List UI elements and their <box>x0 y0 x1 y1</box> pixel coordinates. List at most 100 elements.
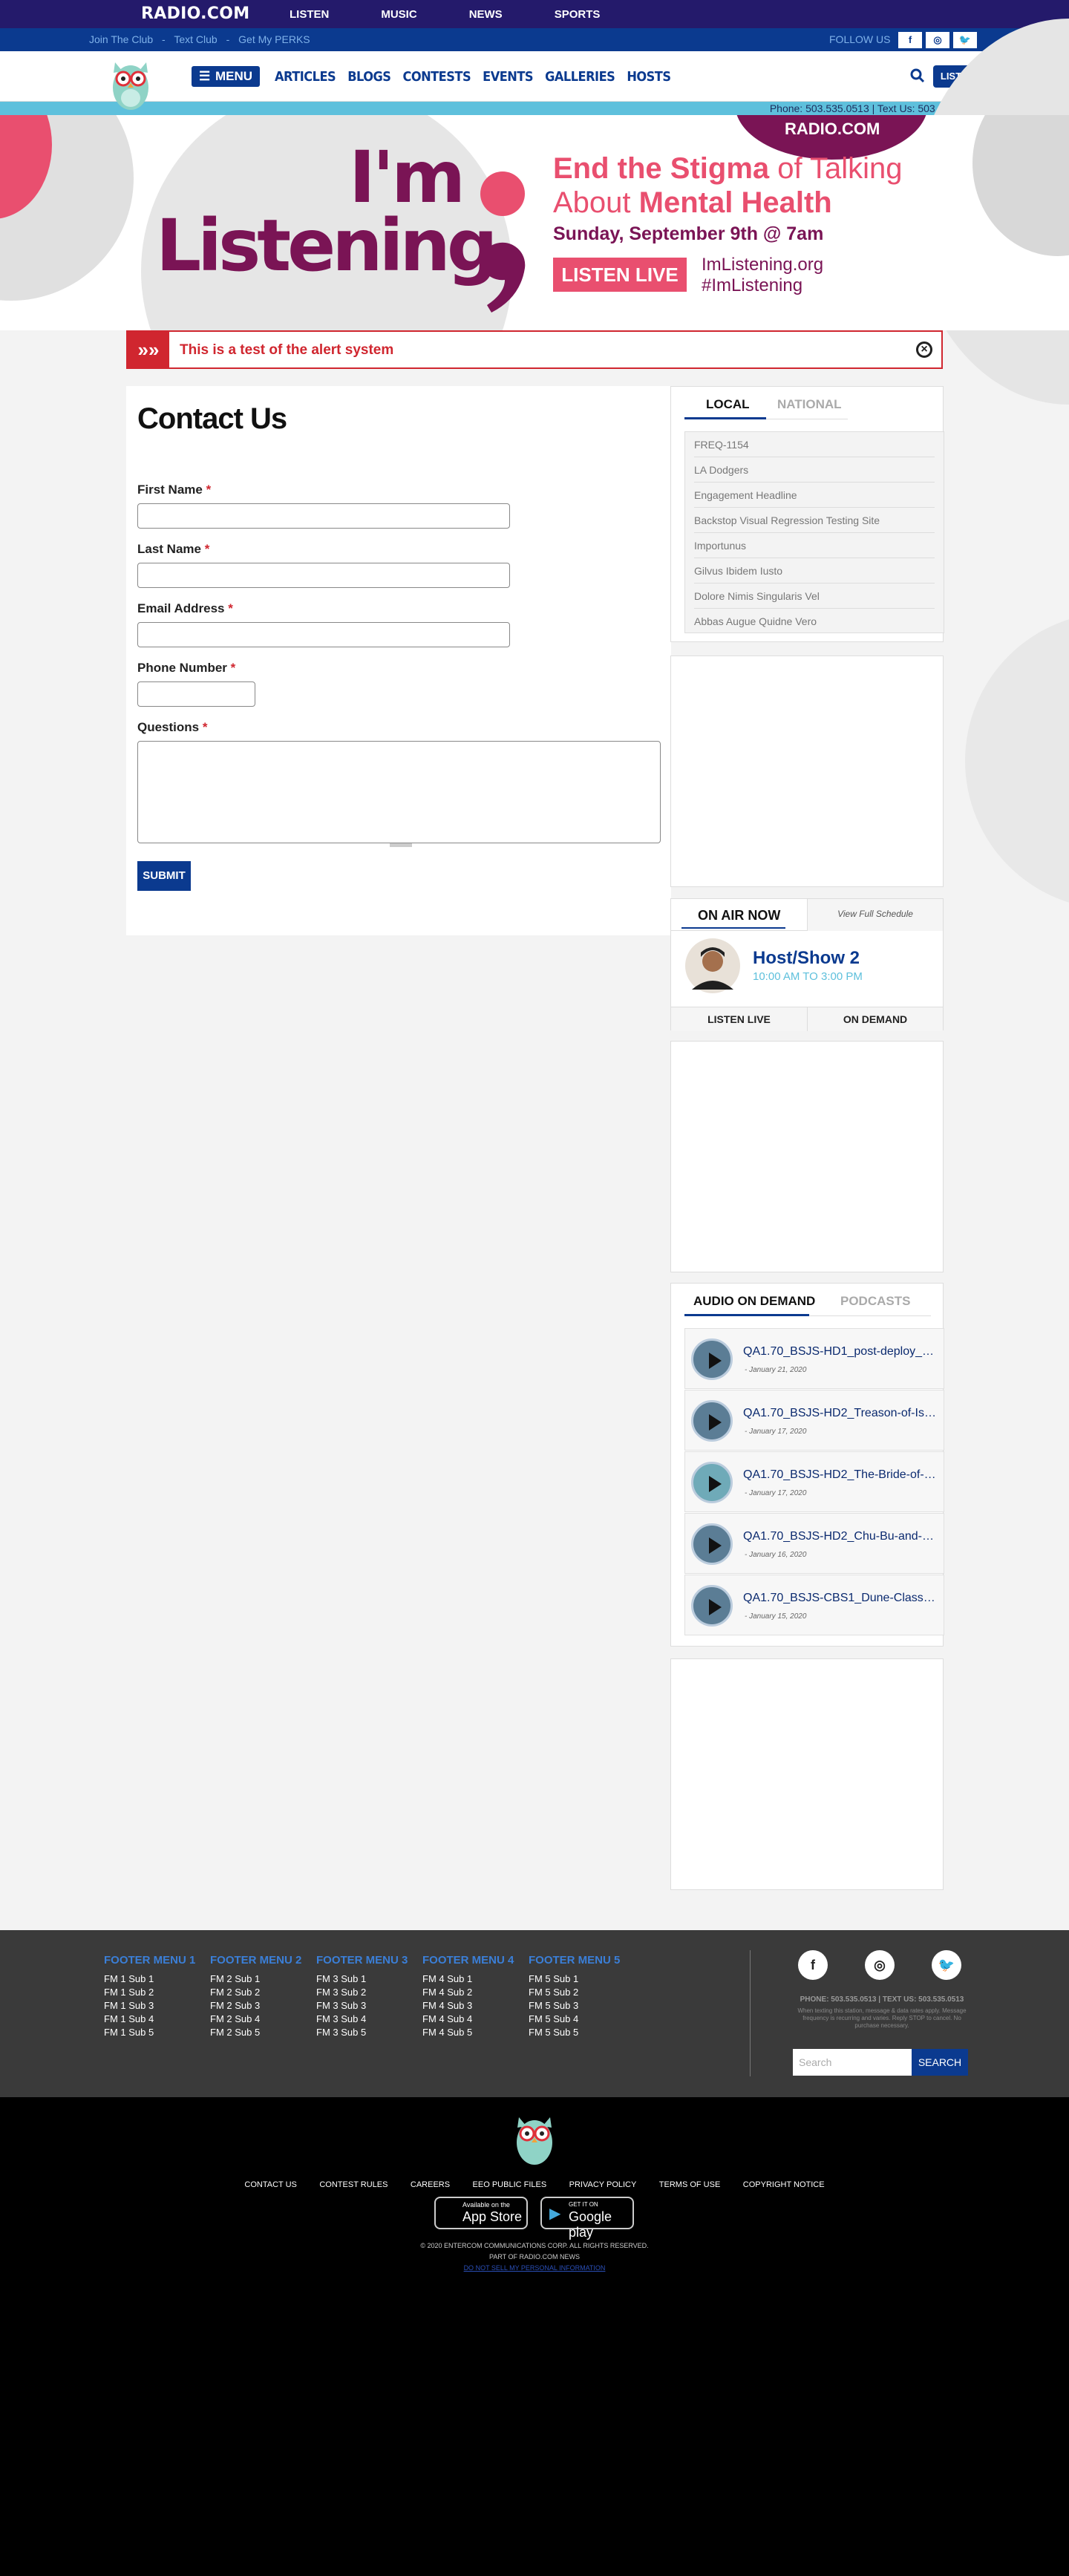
nav-hosts[interactable]: HOSTS <box>627 69 671 85</box>
last-name-input[interactable] <box>137 563 510 588</box>
tab-podcasts[interactable]: PODCASTS <box>840 1294 910 1309</box>
ad-slot[interactable] <box>670 1658 944 1890</box>
view-schedule-link[interactable]: View Full Schedule <box>807 899 943 931</box>
footer-link[interactable]: FM 3 Sub 2 <box>316 1986 408 1999</box>
do-not-sell-link[interactable]: DO NOT SELL MY PERSONAL INFORMATION <box>0 2264 1069 2272</box>
footer-link[interactable]: FM 5 Sub 2 <box>529 1986 620 1999</box>
email-input[interactable] <box>137 622 510 647</box>
list-item[interactable]: FREQ-1154 <box>694 432 935 457</box>
footer-link[interactable]: FM 3 Sub 1 <box>316 1972 408 1986</box>
join-club-link[interactable]: Join The Club <box>89 33 153 45</box>
questions-textarea[interactable] <box>137 741 661 843</box>
resize-handle[interactable] <box>390 843 412 847</box>
search-icon[interactable] <box>909 68 926 84</box>
footer-link[interactable]: FM 2 Sub 1 <box>210 1972 301 1986</box>
host-avatar[interactable] <box>684 938 741 994</box>
footer-link[interactable]: FM 1 Sub 5 <box>104 2026 195 2039</box>
first-name-input[interactable] <box>137 503 510 529</box>
close-icon[interactable]: × <box>916 341 932 358</box>
twitter-icon[interactable]: 🐦 <box>953 32 977 48</box>
instagram-icon[interactable]: ◎ <box>926 32 949 48</box>
list-item[interactable]: Backstop Visual Regression Testing Site <box>694 508 935 533</box>
google-play-button[interactable]: ▶ GET IT ON Google play <box>540 2197 634 2240</box>
footer-link[interactable]: FM 5 Sub 5 <box>529 2026 620 2039</box>
footer-link[interactable]: FM 4 Sub 2 <box>422 1986 514 1999</box>
facebook-icon[interactable]: f <box>898 32 922 48</box>
on-demand-button[interactable]: ON DEMAND <box>807 1007 943 1031</box>
play-icon[interactable] <box>691 1523 733 1565</box>
phone-input[interactable] <box>137 681 255 707</box>
footer-link[interactable]: FM 4 Sub 5 <box>422 2026 514 2039</box>
footer-link[interactable]: FM 3 Sub 3 <box>316 1999 408 2013</box>
contact-us-link[interactable]: CONTACT US <box>244 2180 297 2189</box>
hero-banner[interactable]: RADIO.COM I'm Listening End the Stigma o… <box>0 115 1069 330</box>
footer-link[interactable]: FM 3 Sub 5 <box>316 2026 408 2039</box>
footer-link[interactable]: FM 5 Sub 3 <box>529 1999 620 2013</box>
play-icon[interactable] <box>691 1400 733 1442</box>
careers-link[interactable]: CAREERS <box>411 2180 450 2189</box>
ad-slot[interactable] <box>670 656 944 887</box>
nav-contests[interactable]: CONTESTS <box>402 69 471 85</box>
hero-listen-live-button[interactable]: LISTEN LIVE <box>553 258 687 292</box>
footer-link[interactable]: FM 4 Sub 4 <box>422 2013 514 2026</box>
nav-news[interactable]: NEWS <box>469 8 503 21</box>
listen-live-button[interactable]: LISTEN LIVE <box>671 1007 807 1031</box>
station-owl-logo[interactable] <box>108 53 154 111</box>
list-item[interactable]: Dolore Nimis Singularis Vel <box>694 583 935 609</box>
tab-audio-on-demand[interactable]: AUDIO ON DEMAND <box>693 1294 815 1309</box>
footer-link[interactable]: FM 3 Sub 4 <box>316 2013 408 2026</box>
radio-com-logo[interactable]: RADIO.COM <box>141 4 249 23</box>
footer-search-button[interactable]: SEARCH <box>912 2049 968 2076</box>
play-icon[interactable] <box>691 1338 733 1380</box>
nav-events[interactable]: EVENTS <box>483 69 533 85</box>
tab-national[interactable]: NATIONAL <box>777 397 842 412</box>
audio-item[interactable]: QA1.70_BSJS-HD1_post-deploy_The... - Janu… <box>684 1328 944 1389</box>
footer-link[interactable]: FM 1 Sub 1 <box>104 1972 195 1986</box>
menu-button[interactable]: ☰ MENU <box>192 66 260 87</box>
twitter-icon[interactable]: 🐦 <box>932 1950 961 1980</box>
instagram-icon[interactable]: ◎ <box>865 1950 895 1980</box>
submit-button[interactable]: SUBMIT <box>137 861 191 891</box>
eeo-link[interactable]: EEO PUBLIC FILES <box>473 2180 547 2189</box>
list-item[interactable]: Importunus <box>694 533 935 558</box>
footer-link[interactable]: FM 1 Sub 3 <box>104 1999 195 2013</box>
nav-sports[interactable]: SPORTS <box>555 8 601 21</box>
nav-music[interactable]: MUSIC <box>381 8 416 21</box>
privacy-link[interactable]: PRIVACY POLICY <box>569 2180 637 2189</box>
footer-link[interactable]: FM 5 Sub 1 <box>529 1972 620 1986</box>
list-item[interactable]: LA Dodgers <box>694 457 935 483</box>
perks-link[interactable]: Get My PERKS <box>238 33 310 45</box>
station-owl-logo[interactable] <box>510 2108 559 2166</box>
copyright-link[interactable]: COPYRIGHT NOTICE <box>743 2180 825 2189</box>
footer-link[interactable]: FM 2 Sub 5 <box>210 2026 301 2039</box>
ad-slot[interactable] <box>670 1041 944 1272</box>
nav-blogs[interactable]: BLOGS <box>347 69 391 85</box>
audio-item[interactable]: QA1.70_BSJS-HD2_Chu-Bu-and-She... - Janua… <box>684 1513 944 1574</box>
audio-item[interactable]: QA1.70_BSJS-HD2_The-Bride-of-the... - Jan… <box>684 1451 944 1512</box>
footer-link[interactable]: FM 5 Sub 4 <box>529 2013 620 2026</box>
footer-link[interactable]: FM 2 Sub 3 <box>210 1999 301 2013</box>
audio-item[interactable]: QA1.70_BSJS-CBS1_Dune-Class-1_... - Janua… <box>684 1575 944 1635</box>
footer-link[interactable]: FM 4 Sub 3 <box>422 1999 514 2013</box>
terms-link[interactable]: TERMS OF USE <box>659 2180 721 2189</box>
list-item[interactable]: Engagement Headline <box>694 483 935 508</box>
play-icon[interactable] <box>691 1585 733 1627</box>
facebook-icon[interactable]: f <box>798 1950 828 1980</box>
text-club-link[interactable]: Text Club <box>174 33 217 45</box>
tab-local[interactable]: LOCAL <box>706 397 750 412</box>
audio-item[interactable]: QA1.70_BSJS-HD2_Treason-of-Isen... - Janu… <box>684 1390 944 1451</box>
nav-listen[interactable]: LISTEN <box>290 8 329 21</box>
host-name[interactable]: Host/Show 2 <box>753 948 860 969</box>
nav-galleries[interactable]: GALLERIES <box>545 69 615 85</box>
footer-link[interactable]: FM 4 Sub 1 <box>422 1972 514 1986</box>
nav-articles[interactable]: ARTICLES <box>275 69 336 85</box>
list-item[interactable]: Gilvus Ibidem Iusto <box>694 558 935 583</box>
footer-link[interactable]: FM 2 Sub 4 <box>210 2013 301 2026</box>
footer-link[interactable]: FM 1 Sub 4 <box>104 2013 195 2026</box>
footer-search-input[interactable]: Search <box>793 2049 912 2076</box>
app-store-button[interactable]: Available on the App Store <box>434 2197 528 2229</box>
play-icon[interactable] <box>691 1462 733 1503</box>
list-item[interactable]: Abbas Augue Quidne Vero <box>694 609 935 634</box>
contest-rules-link[interactable]: CONTEST RULES <box>319 2180 388 2189</box>
footer-link[interactable]: FM 1 Sub 2 <box>104 1986 195 1999</box>
